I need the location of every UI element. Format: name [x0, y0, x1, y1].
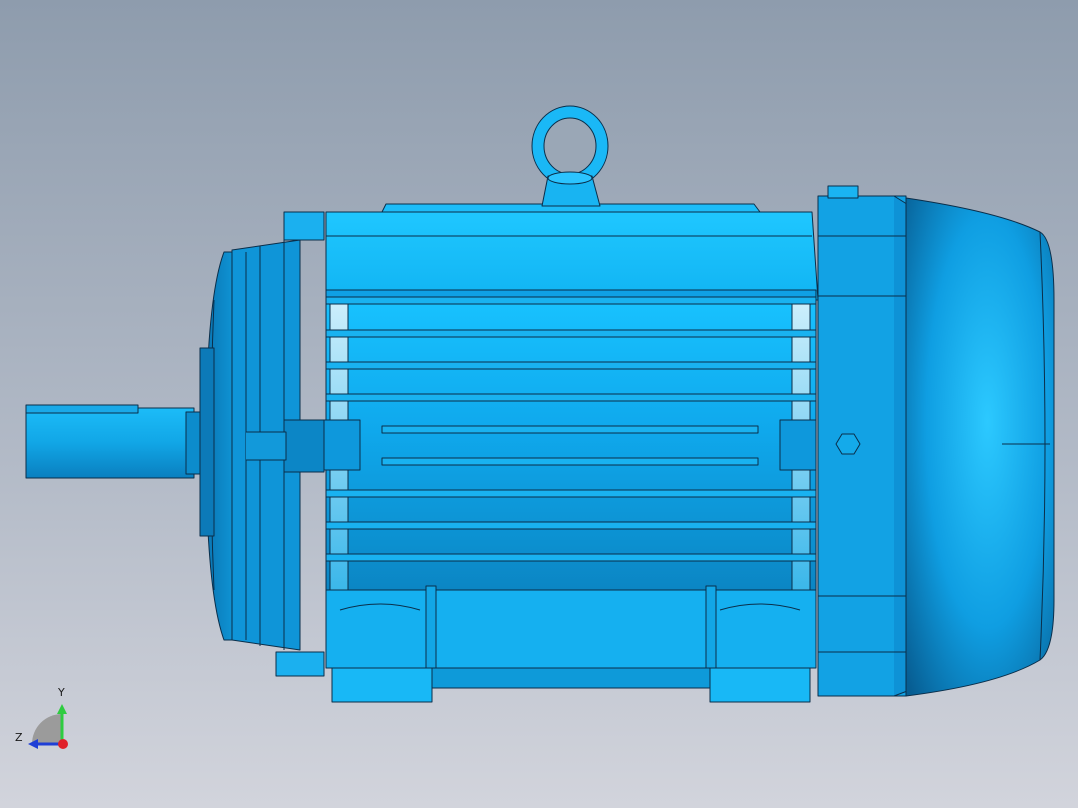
fan-cowl[interactable]	[905, 197, 1055, 697]
x-axis-icon	[58, 739, 68, 749]
triad-y-label: Y	[58, 686, 65, 699]
triad-z-label: Z	[15, 731, 23, 744]
graphics-viewport[interactable]: Y Z	[0, 0, 1078, 808]
side-lug-left	[323, 419, 361, 471]
motor-feet[interactable]	[325, 585, 817, 703]
non-drive-end-shield[interactable]	[817, 185, 911, 697]
drive-end-shield[interactable]	[199, 211, 325, 677]
side-lug-right	[779, 419, 817, 471]
eye-bolt[interactable]	[531, 105, 609, 207]
motor-frame-body[interactable]	[325, 299, 817, 591]
motor-shaft[interactable]	[25, 404, 205, 479]
coordinate-triad	[28, 704, 68, 749]
motor-frame-top[interactable]	[325, 203, 819, 301]
y-arrow-icon	[57, 704, 67, 714]
motor-model[interactable]	[0, 0, 1078, 808]
